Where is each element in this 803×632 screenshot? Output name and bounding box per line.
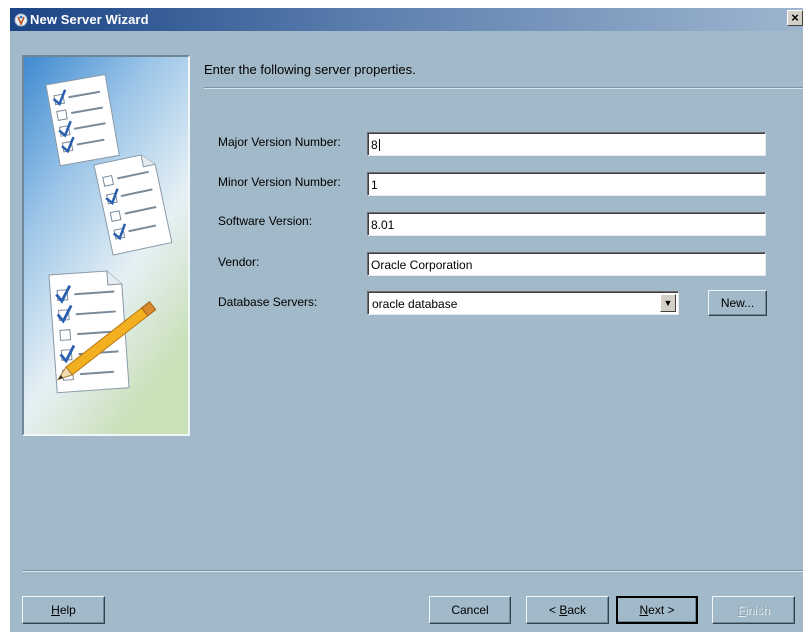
header-separator	[204, 87, 803, 89]
minor-version-field[interactable]: 1	[367, 172, 766, 196]
database-servers-value: oracle database	[372, 297, 458, 311]
wizard-window: New Server Wizard × Enter the following …	[10, 8, 803, 632]
page-heading: Enter the following server properties.	[204, 62, 416, 77]
software-version-label: Software Version:	[218, 214, 313, 228]
software-version-field[interactable]: 8.01	[367, 212, 766, 236]
database-servers-select[interactable]: oracle database ▼	[367, 291, 679, 315]
next-button-label: Next >	[639, 603, 675, 617]
major-version-label: Major Version Number:	[218, 135, 341, 149]
close-button[interactable]: ×	[787, 10, 803, 26]
minor-version-label: Minor Version Number:	[218, 175, 341, 189]
window-title: New Server Wizard	[30, 12, 149, 27]
footer-separator	[22, 570, 803, 572]
major-version-field[interactable]: 8	[367, 132, 766, 156]
major-version-value: 8	[371, 138, 378, 152]
dropdown-button[interactable]: ▼	[660, 294, 676, 312]
minor-version-value: 1	[371, 178, 378, 192]
help-button-label: Help	[51, 603, 76, 617]
software-version-value: 8.01	[371, 218, 395, 232]
finish-button-label: Finish	[737, 603, 770, 617]
next-button[interactable]: Next >	[616, 596, 698, 624]
vendor-value: Oracle Corporation	[371, 258, 473, 272]
wizard-icon	[14, 13, 28, 27]
new-database-server-button[interactable]: New...	[708, 290, 767, 316]
back-button-label: < Back	[548, 603, 587, 617]
finish-button[interactable]: Finish	[712, 596, 795, 624]
new-button-label: New...	[720, 296, 755, 310]
chevron-down-icon: ▼	[663, 298, 673, 308]
title-bar[interactable]: New Server Wizard ×	[10, 8, 803, 31]
cancel-button[interactable]: Cancel	[429, 596, 511, 624]
cancel-button-label: Cancel	[451, 603, 489, 617]
checklist-pencil-illustration	[22, 55, 190, 436]
text-caret	[378, 139, 380, 151]
help-button[interactable]: Help	[22, 596, 105, 624]
vendor-field[interactable]: Oracle Corporation	[367, 252, 766, 276]
close-icon: ×	[791, 10, 799, 25]
database-servers-label: Database Servers:	[218, 295, 318, 309]
back-button[interactable]: < Back	[526, 596, 609, 624]
vendor-label: Vendor:	[218, 255, 260, 269]
